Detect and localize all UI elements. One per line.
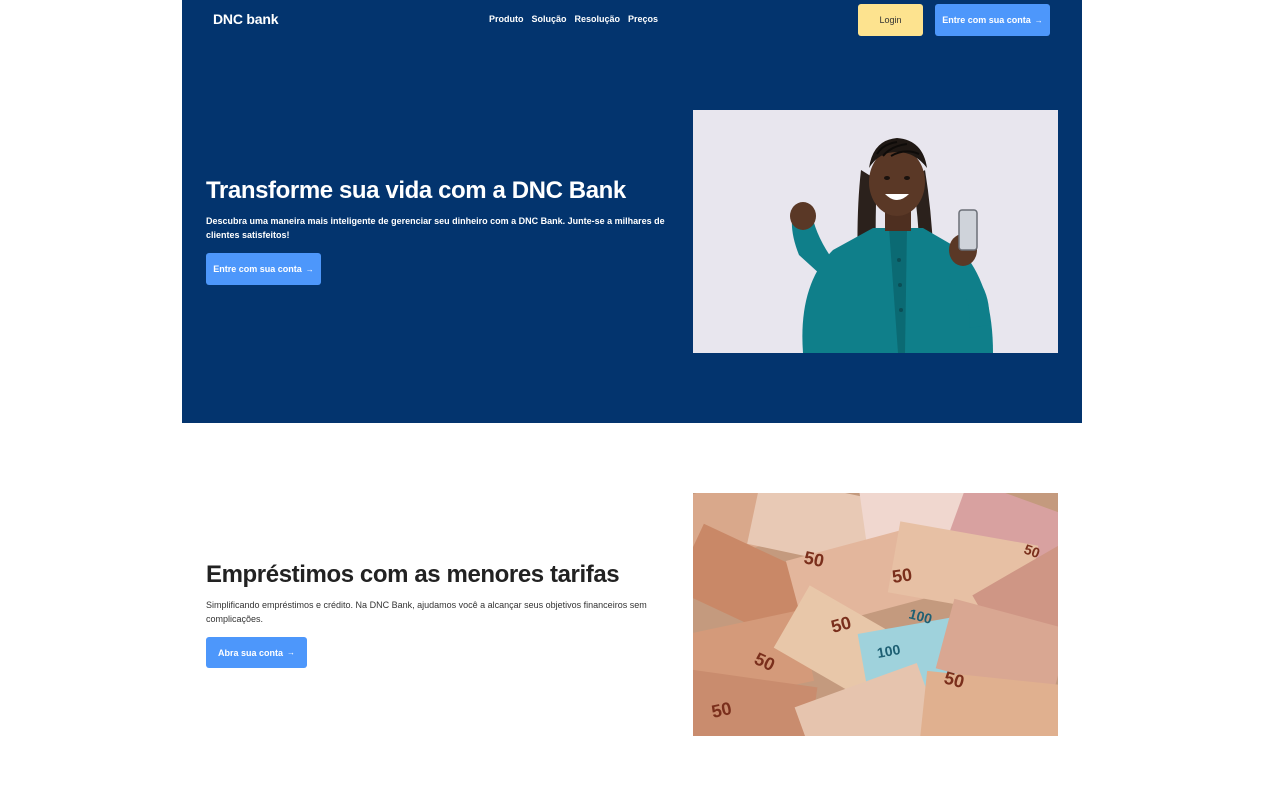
hero-section: DNC bank Produto Solução Resolução Preço… <box>182 0 1082 423</box>
arrow-right-icon: → <box>305 264 314 274</box>
nav-link-produto[interactable]: Produto <box>489 14 524 24</box>
arrow-right-icon: → <box>287 648 296 657</box>
svg-text:50: 50 <box>802 547 826 571</box>
banknotes-illustration: 50 50 50 50 50 50 50 100 100 <box>693 493 1058 736</box>
nav-link-precos[interactable]: Preços <box>628 14 658 24</box>
loans-title: Empréstimos com as menores tarifas <box>206 561 620 588</box>
hero-illustration <box>693 110 1058 353</box>
nav-link-solucao[interactable]: Solução <box>532 14 567 24</box>
open-account-button[interactable]: Abra sua conta → <box>206 637 307 668</box>
login-button[interactable]: Login <box>858 4 923 36</box>
open-account-label: Abra sua conta <box>217 647 284 658</box>
login-button-label: Login <box>879 15 902 25</box>
nav-link-resolucao[interactable]: Resolução <box>575 14 621 24</box>
nav-login-account-button[interactable]: Entre com sua conta → <box>935 4 1050 36</box>
arrow-right-icon: → <box>1034 15 1043 25</box>
hero-login-account-button[interactable]: Entre com sua conta → <box>206 253 321 285</box>
logo[interactable]: DNC bank <box>213 11 278 27</box>
nav-cta-label: Entre com sua conta <box>942 15 1031 25</box>
svg-text:50: 50 <box>891 564 914 587</box>
hero-description: Descubra uma maneira mais inteligente de… <box>206 216 665 240</box>
hero-title: Transforme sua vida com a DNC Bank <box>206 177 626 204</box>
hero-woman-phone-image <box>693 110 1058 353</box>
svg-text:50: 50 <box>710 698 734 722</box>
banknotes-image: 50 50 50 50 50 50 50 100 100 <box>693 493 1058 736</box>
hero-cta-label: Entre com sua conta <box>213 264 302 274</box>
page: DNC bank Produto Solução Resolução Preço… <box>0 0 1264 801</box>
loans-description: Simplificando empréstimos e crédito. Na … <box>206 600 647 624</box>
top-nav: DNC bank Produto Solução Resolução Preço… <box>182 0 1082 40</box>
nav-links: Produto Solução Resolução Preços <box>489 14 658 24</box>
